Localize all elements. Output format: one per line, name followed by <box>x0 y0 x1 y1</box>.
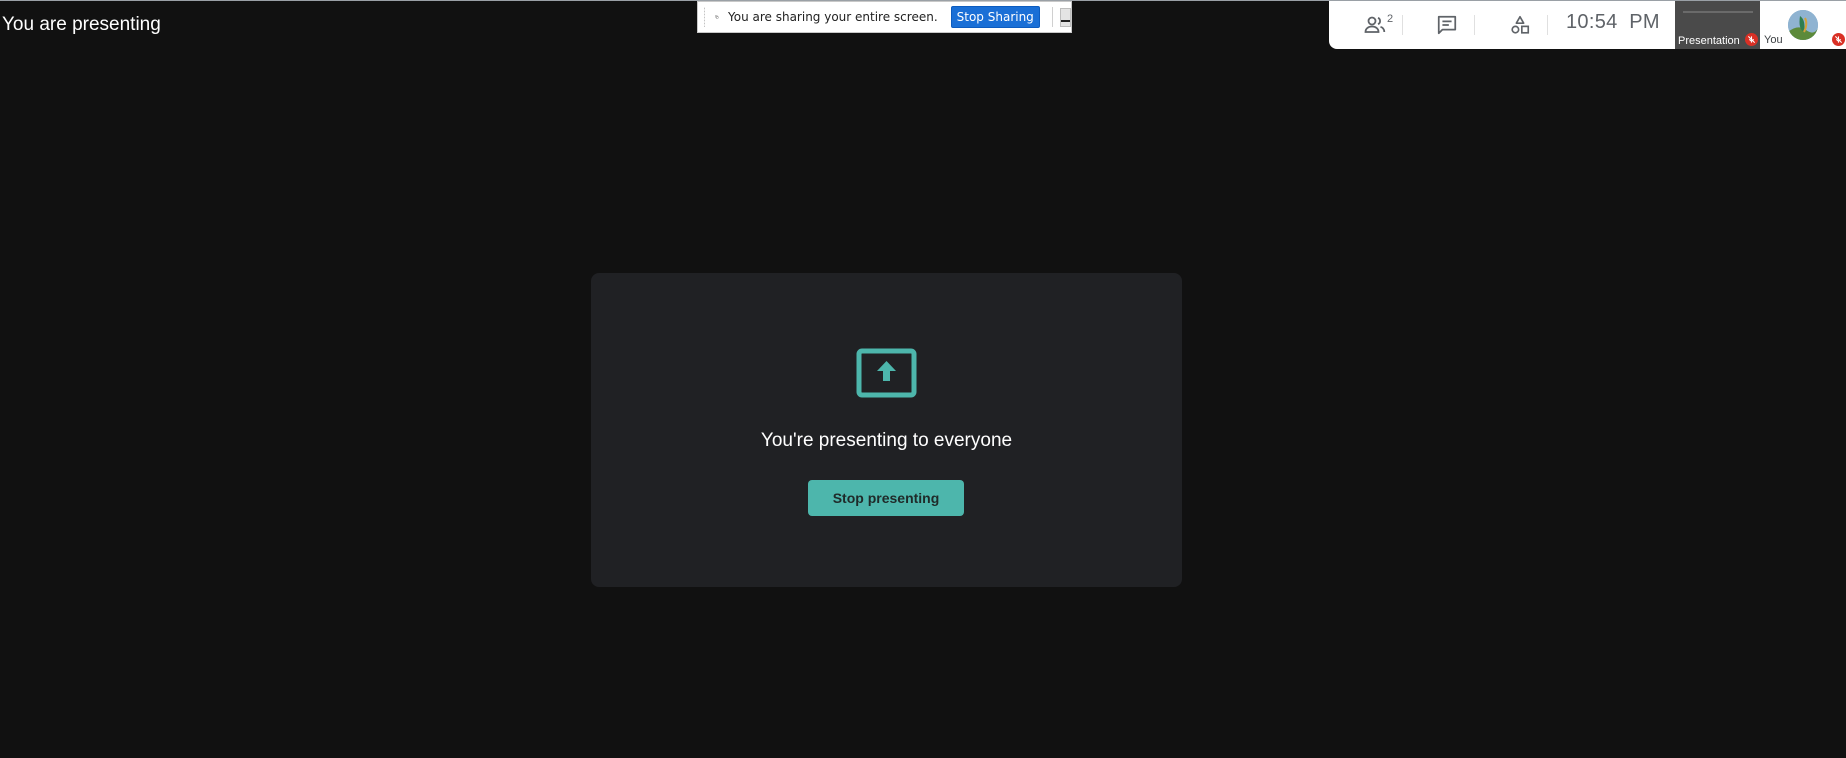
presenting-status-text: You are presenting <box>2 14 161 35</box>
presentation-label: Presentation <box>1678 35 1740 47</box>
card-title: You're presenting to everyone <box>760 430 1013 451</box>
people-button[interactable]: 2 <box>1345 1 1405 49</box>
activities-button[interactable] <box>1490 1 1550 49</box>
presenting-card: You're presenting to everyone Stop prese… <box>591 273 1182 587</box>
clock: 10:54 PM <box>1566 11 1660 33</box>
stop-presenting-button[interactable]: Stop presenting <box>808 480 964 516</box>
mic-off-icon <box>1745 33 1758 46</box>
drag-handle-icon[interactable] <box>704 7 706 27</box>
divider <box>1474 15 1475 35</box>
people-icon <box>1364 16 1386 33</box>
minimize-icon <box>1061 19 1070 22</box>
divider <box>1402 15 1403 35</box>
minimize-button[interactable] <box>1060 7 1071 27</box>
stop-sharing-button[interactable]: Stop Sharing <box>950 6 1040 28</box>
people-count-badge: 2 <box>1387 13 1394 25</box>
presentation-preview <box>1683 11 1753 13</box>
chat-button[interactable] <box>1417 1 1477 49</box>
present-screen-icon <box>856 348 917 398</box>
self-label: You <box>1764 34 1783 46</box>
share-message: You are sharing your entire screen. <box>728 10 938 24</box>
screen-share-bar: You are sharing your entire screen. Stop… <box>697 1 1072 33</box>
presentation-tile[interactable]: Presentation <box>1675 1 1760 49</box>
divider <box>1547 15 1548 35</box>
share-screen-icon <box>715 15 719 19</box>
mic-off-icon <box>1832 33 1845 46</box>
avatar <box>1788 10 1818 40</box>
self-tile[interactable]: You <box>1760 1 1846 49</box>
activities-icon <box>1511 15 1530 34</box>
chat-icon <box>1437 15 1457 35</box>
